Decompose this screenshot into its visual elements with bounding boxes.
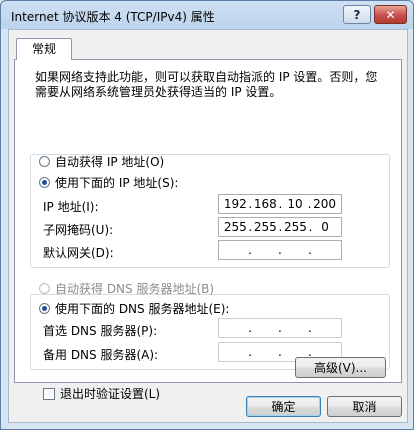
ip-address-label: IP 地址(I): [43, 200, 99, 214]
manual-ip-label: 使用下面的 IP 地址(S): [55, 176, 179, 190]
gateway-label: 默认网关(D): [43, 246, 114, 260]
auto-dns-option[interactable]: 自动获得 DNS 服务器地址(B) [39, 280, 214, 297]
help-icon: ? [353, 7, 361, 22]
auto-ip-option[interactable]: 自动获得 IP 地址(O) [39, 153, 164, 170]
alternate-dns-label: 备用 DNS 服务器(A): [43, 348, 159, 362]
auto-ip-radio[interactable] [39, 156, 50, 167]
help-button[interactable]: ? [343, 5, 371, 24]
preferred-dns-label: 首选 DNS 服务器(P): [43, 324, 158, 338]
description-text: 如果网络支持此功能，则可以获取自动指派的 IP 设置。否则，您需要从网络系统管理… [35, 70, 378, 99]
ok-button[interactable]: 确定 [246, 396, 321, 417]
manual-dns-option[interactable]: 使用下面的 DNS 服务器地址(E): [39, 300, 229, 317]
close-button[interactable]: ✕ [374, 5, 407, 24]
ip-octet-3: 10 [287, 197, 303, 211]
gateway-field[interactable]: . . . [218, 240, 342, 260]
auto-dns-label: 自动获得 DNS 服务器地址(B) [55, 282, 215, 296]
validate-checkbox[interactable] [43, 387, 55, 400]
subnet-mask-label: 子网掩码(U): [43, 223, 114, 237]
auto-dns-radio[interactable] [39, 283, 50, 294]
auto-ip-label: 自动获得 IP 地址(O) [55, 155, 165, 169]
close-icon: ✕ [385, 7, 396, 22]
ip-octet-2: 168 [253, 197, 277, 211]
preferred-dns-field[interactable]: . . . [218, 318, 342, 338]
properties-dialog: Internet 协议版本 4 (TCP/IPv4) 属性 ? ✕ 常规 如果网… [0, 0, 414, 430]
dialog-client: 常规 如果网络支持此功能，则可以获取自动指派的 IP 设置。否则，您需要从网络系… [8, 29, 408, 423]
window-title: Internet 协议版本 4 (TCP/IPv4) 属性 [11, 10, 215, 24]
mask-octet-4: 0 [321, 220, 329, 234]
manual-ip-radio[interactable] [39, 177, 50, 188]
manual-dns-radio[interactable] [39, 303, 50, 314]
ip-octet-4: 200 [313, 197, 337, 211]
manual-ip-option[interactable]: 使用下面的 IP 地址(S): [39, 174, 178, 191]
manual-dns-label: 使用下面的 DNS 服务器地址(E): [55, 302, 230, 316]
mask-octet-1: 255 [223, 220, 247, 234]
advanced-button[interactable]: 高级(V)... [295, 357, 386, 378]
validate-option[interactable]: 退出时验证设置(L) [43, 385, 160, 402]
general-panel: 如果网络支持此功能，则可以获取自动指派的 IP 设置。否则，您需要从网络系统管理… [14, 59, 402, 401]
cancel-button[interactable]: 取消 [327, 396, 402, 417]
validate-label: 退出时验证设置(L) [60, 387, 161, 401]
title-bar[interactable]: Internet 协议版本 4 (TCP/IPv4) 属性 ? ✕ [1, 1, 413, 29]
mask-octet-2: 255 [253, 220, 277, 234]
subnet-mask-field[interactable]: 255. 255. 255. 0 [218, 217, 342, 237]
mask-octet-3: 255 [283, 220, 307, 234]
tab-general[interactable]: 常规 [16, 38, 72, 60]
ip-octet-1: 192 [223, 197, 247, 211]
ip-address-field[interactable]: 192. 168. 10. 200 [218, 194, 342, 214]
